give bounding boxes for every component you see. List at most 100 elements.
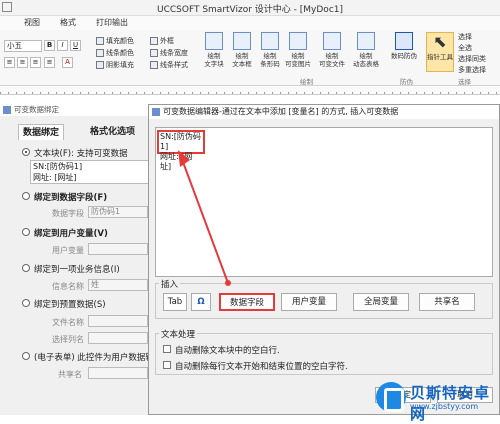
- align-right-icon[interactable]: ≡: [30, 57, 41, 68]
- draw-variable-file-button[interactable]: 绘制 可变文件: [318, 32, 346, 68]
- shared-name-label: 共享名: [58, 370, 82, 379]
- draw-dynamic-table-button[interactable]: 绘制 动态表格: [352, 32, 380, 68]
- table-icon: [357, 32, 375, 50]
- group-label-anti: 防伪: [400, 78, 413, 86]
- bind-uservar-radio[interactable]: [22, 228, 30, 236]
- line-style-icon: [150, 61, 158, 69]
- insert-group-title: 插入: [159, 278, 181, 290]
- form-input-label: (电子表单) 此控件为用户数据输入: [34, 353, 163, 363]
- column-label: 选择列名: [52, 335, 84, 344]
- bind-business-label: 绑定到一项业务信息(I): [34, 265, 120, 275]
- tab-data-binding[interactable]: 数据绑定: [18, 124, 65, 140]
- text-processing-title: 文本处理: [159, 328, 198, 340]
- group-label-select: 选择: [458, 78, 471, 86]
- shield-icon: [395, 32, 413, 50]
- remove-blank-lines-checkbox[interactable]: [163, 345, 171, 353]
- textblock-label: 文本块(F): 支持可变数据: [34, 149, 128, 159]
- form-input-radio[interactable]: [22, 352, 30, 360]
- insert-symbol-button[interactable]: Ω: [191, 293, 211, 311]
- select-all-button[interactable]: 全选: [458, 43, 472, 53]
- filename-label: 文件名称: [52, 318, 84, 327]
- pointer-icon: ⬉: [433, 32, 447, 51]
- textblock-radio[interactable]: [22, 148, 30, 156]
- pointer-tool-button[interactable]: ⬉ 指针工具: [426, 32, 454, 72]
- outline-icon: [150, 37, 158, 45]
- ruler: [0, 86, 500, 95]
- watermark: 贝斯特安卓网 www.zjbstyy.com: [376, 378, 500, 423]
- fill-color-button[interactable]: 填充颜色: [96, 36, 134, 46]
- align-center-icon[interactable]: ≡: [17, 57, 28, 68]
- font-size-combo[interactable]: 小五: [4, 40, 42, 52]
- line-width-icon: [150, 49, 158, 57]
- dialog-title: 可变数据编辑器-通过在文本中添加 [变量名] 的方式, 插入可变数据: [149, 105, 499, 119]
- line-color-button[interactable]: 线条颜色: [96, 48, 134, 58]
- bold-button[interactable]: B: [44, 40, 55, 51]
- trim-whitespace-label: 自动删除每行文本开始和结束位置的空白字符.: [175, 362, 348, 372]
- textbox-icon: [233, 32, 251, 50]
- draw-barcode-button[interactable]: 绘制 条形码: [256, 32, 284, 68]
- insert-data-field-button[interactable]: 数据字段: [219, 293, 275, 311]
- outline-button[interactable]: 外框: [150, 36, 174, 46]
- draw-textblock-button[interactable]: 绘制 文字块: [200, 32, 228, 68]
- variable-data-editor-dialog: 可变数据编辑器-通过在文本中添加 [变量名] 的方式, 插入可变数据 SN:[防…: [148, 104, 500, 415]
- tab-format-options[interactable]: 格式化选项: [86, 124, 139, 140]
- textblock-icon: [205, 32, 223, 50]
- insert-shared-name-button[interactable]: 共享名: [419, 293, 475, 311]
- panel-icon: [3, 106, 11, 114]
- shadow-fill-button[interactable]: 阴影填充: [96, 60, 134, 70]
- multi-select-button[interactable]: 多重选择: [458, 65, 486, 75]
- select-button[interactable]: 选择: [458, 32, 472, 42]
- data-field-label: 数据字段: [52, 209, 84, 218]
- justify-icon[interactable]: ≡: [44, 57, 55, 68]
- window-title: UCCSOFT SmartVizor 设计中心 - [MyDoc1]: [157, 5, 343, 15]
- title-bar: UCCSOFT SmartVizor 设计中心 - [MyDoc1]: [0, 0, 500, 16]
- column-input[interactable]: [88, 332, 148, 344]
- watermark-logo-icon: [376, 382, 406, 412]
- bind-uservar-label: 绑定到用户变量(V): [34, 229, 108, 239]
- insert-user-variable-button[interactable]: 用户变量: [281, 293, 337, 311]
- underline-button[interactable]: U: [70, 40, 81, 51]
- tab-view[interactable]: 视图: [24, 17, 40, 28]
- group-label-draw: 绘制: [300, 78, 313, 86]
- tab-print-output[interactable]: 打印输出: [96, 17, 128, 28]
- select-similar-button[interactable]: 选择同类: [458, 54, 486, 64]
- align-left-icon[interactable]: ≡: [4, 57, 15, 68]
- filename-input[interactable]: [88, 315, 148, 327]
- variable-binding-panel: 可变数据绑定 数据绑定 格式化选项 文本块(F): 支持可变数据 SN:[防伪码…: [0, 104, 162, 415]
- shadow-icon: [96, 61, 104, 69]
- font-color-button[interactable]: A: [62, 57, 73, 68]
- line-color-icon: [96, 49, 104, 57]
- insert-global-variable-button[interactable]: 全局变量: [353, 293, 409, 311]
- menu-bar: 视图 格式 打印输出: [0, 16, 500, 30]
- data-field-input[interactable]: 防伪码1: [88, 206, 148, 218]
- info-name-label: 信息名称: [52, 282, 84, 291]
- draw-variable-image-button[interactable]: 绘制 可变图片: [284, 32, 312, 68]
- dialog-icon: [152, 108, 160, 116]
- remove-blank-lines-label: 自动删除文本块中的空白行.: [175, 346, 280, 356]
- file-icon: [323, 32, 341, 50]
- line-style-button[interactable]: 线条样式: [150, 60, 188, 70]
- bind-field-radio[interactable]: [22, 192, 30, 200]
- bind-business-radio[interactable]: [22, 264, 30, 272]
- ribbon-toolbar: 小五 B I U ≡ ≡ ≡ ≡ A 填充颜色 线条颜色 阴影填充 外框 线条宽…: [0, 30, 500, 86]
- digital-anticounterfeit-button[interactable]: 数码防伪: [390, 32, 418, 60]
- insert-tab-button[interactable]: Tab: [163, 293, 187, 311]
- text-editor[interactable]: SN:[防伪码1] 网址: [网址]: [155, 127, 493, 277]
- tab-format[interactable]: 格式: [60, 17, 76, 28]
- uservar-input[interactable]: [88, 243, 148, 255]
- bind-preset-label: 绑定到预置数据(S): [34, 300, 106, 310]
- italic-button[interactable]: I: [57, 40, 68, 51]
- line-width-button[interactable]: 线条宽度: [150, 48, 188, 58]
- variable-text-highlight: SN:[防伪码1] 网址: [网址]: [157, 130, 205, 171]
- uservar-label: 用户变量: [52, 246, 84, 255]
- draw-textbox-button[interactable]: 绘制 文本框: [228, 32, 256, 68]
- fill-icon: [96, 37, 104, 45]
- textblock-content[interactable]: SN:[防伪码1] 网址: [网址]: [30, 160, 150, 184]
- barcode-icon: [261, 32, 279, 50]
- shared-name-input[interactable]: [88, 367, 148, 379]
- trim-whitespace-checkbox[interactable]: [163, 361, 171, 369]
- bind-preset-radio[interactable]: [22, 299, 30, 307]
- panel-header: 可变数据绑定: [0, 104, 157, 116]
- info-name-input[interactable]: 姓: [88, 279, 148, 291]
- bind-field-label: 绑定到数据字段(F): [34, 193, 108, 203]
